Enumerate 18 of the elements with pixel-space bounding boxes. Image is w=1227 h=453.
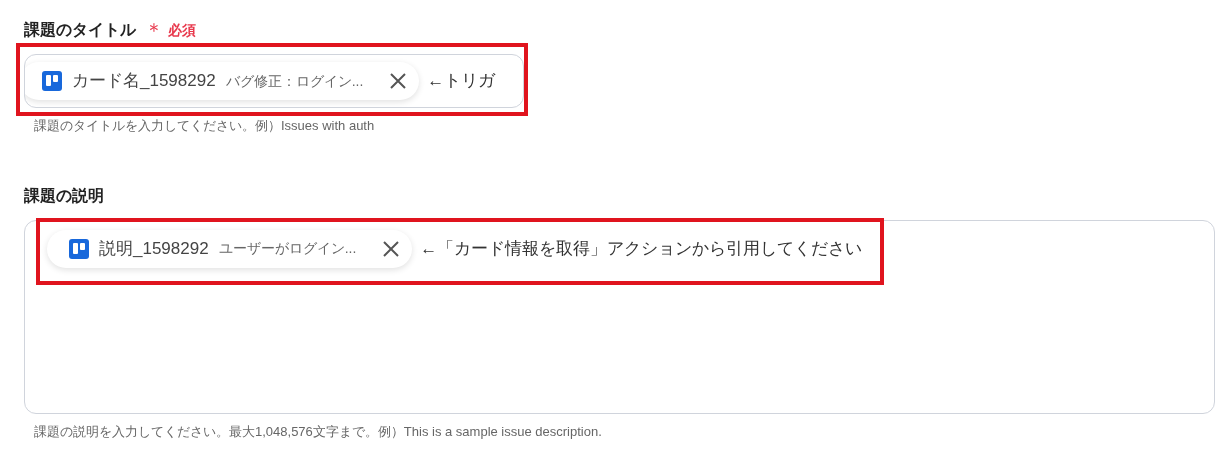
instruction-note: ←トリガ [427,70,496,93]
variable-chip[interactable]: 説明_1598292 ユーザーがログイン... [47,229,413,268]
help-text: 課題のタイトルを入力してください。例）Issues with auth [34,117,376,135]
required-text: 必須 [168,20,196,40]
title-field[interactable]: カード名_1598292 バグ修正：ログイン... ←トリガ [24,54,524,108]
field-label: 課題の説明 [24,185,104,206]
board-icon [42,71,62,91]
description-field[interactable]: 説明_1598292 ユーザーがログイン... ←「カード情報を取得」アクションから引用してください [24,219,1215,414]
variable-chip[interactable]: カード名_1598292 バグ修正：ログイン... [25,62,420,100]
required-mark: ＊ [144,18,164,43]
help-text: 課題の説明を入力してください。最大1,048,576文字まで。例）This is a sample issue description. [34,422,603,441]
instruction-note: ←「カード情報を取得」アクションから引用してください [420,237,863,260]
chip-value: バグ修正：ログイン... [225,71,364,91]
chip-value: ユーザーがログイン... [218,239,357,258]
chip-name: カード名_1598292 [72,70,216,93]
chip-name: 説明_1598292 [99,237,209,260]
field-label: 課題のタイトル [24,20,136,40]
board-icon [69,238,89,259]
